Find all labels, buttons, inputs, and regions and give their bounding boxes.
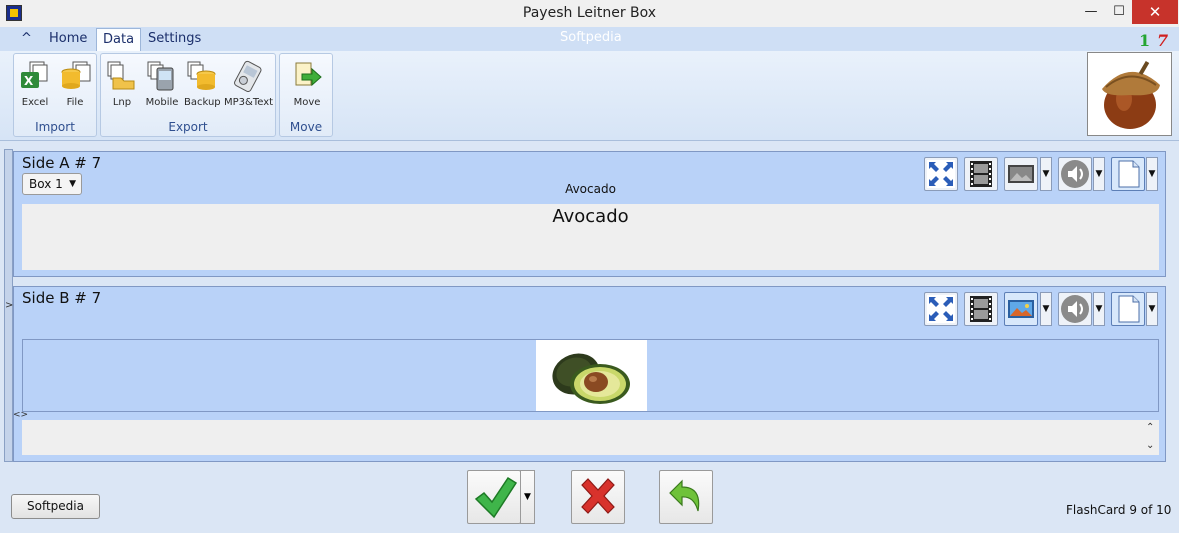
tab-settings[interactable]: Settings xyxy=(142,28,207,50)
film-icon xyxy=(970,296,992,322)
export-group-label: Export xyxy=(168,120,208,134)
flashcard-status: FlashCard 9 of 10 xyxy=(1066,503,1172,517)
wrong-button[interactable] xyxy=(571,470,625,524)
mp3-text-export-button[interactable]: MP3&Text xyxy=(224,60,274,108)
tab-home[interactable]: Home xyxy=(43,28,93,50)
maximize-button[interactable]: ☐ xyxy=(1104,0,1134,24)
softpedia-button[interactable]: Softpedia xyxy=(11,494,100,519)
tab-data[interactable]: Data xyxy=(96,28,142,51)
undo-button[interactable] xyxy=(659,470,713,524)
counter-correct: 1 xyxy=(1139,31,1151,50)
side-a-label: Avocado xyxy=(565,182,616,196)
image-icon xyxy=(1008,165,1034,183)
deck-image[interactable] xyxy=(1087,52,1172,136)
file-import-button[interactable]: File xyxy=(57,60,93,108)
resize-handle-icon[interactable]: <> xyxy=(13,410,28,420)
side-b-page-button[interactable] xyxy=(1111,292,1145,326)
side-a-page-button[interactable] xyxy=(1111,157,1145,191)
close-button[interactable]: ✕ xyxy=(1132,0,1178,24)
side-b-page-dropdown[interactable]: ▼ xyxy=(1146,292,1158,326)
side-b-sound-dropdown[interactable]: ▼ xyxy=(1093,292,1105,326)
move-arrow-icon xyxy=(295,62,322,87)
move-group-label: Move xyxy=(289,120,323,134)
file-label: File xyxy=(66,97,84,108)
page-icon xyxy=(1118,295,1140,323)
side-a-image-button[interactable] xyxy=(1004,157,1038,191)
database-file-icon xyxy=(61,61,91,89)
counter-total: 7 xyxy=(1157,31,1169,50)
page-icon xyxy=(1118,160,1140,188)
side-b-title: Side B # 7 xyxy=(22,289,102,307)
svg-text:X: X xyxy=(24,74,34,88)
side-b-sound-button[interactable] xyxy=(1058,292,1092,326)
acorn-icon xyxy=(1102,60,1160,129)
speaker-icon xyxy=(1061,295,1089,323)
avocado-image xyxy=(536,340,647,411)
backup-database-icon xyxy=(187,61,216,90)
expand-icon xyxy=(927,295,955,323)
undo-arrow-icon xyxy=(669,479,700,512)
side-b-fullscreen-button[interactable] xyxy=(924,292,958,326)
scroll-up-icon[interactable]: ⌃ xyxy=(1146,422,1154,433)
mobile-label: Mobile xyxy=(145,97,179,108)
side-a-page-dropdown[interactable]: ▼ xyxy=(1146,157,1158,191)
folder-export-icon xyxy=(107,61,135,90)
side-a-front-text: Avocado xyxy=(552,206,629,227)
excel-icon: X xyxy=(21,61,48,88)
move-button[interactable]: Move xyxy=(287,60,327,108)
excel-label: Excel xyxy=(21,97,49,108)
side-b-video-button[interactable] xyxy=(964,292,998,326)
minimize-button[interactable]: — xyxy=(1076,0,1106,24)
collapse-ribbon-button[interactable]: ^ xyxy=(15,28,38,50)
side-b-text-area[interactable] xyxy=(22,420,1159,455)
image-icon xyxy=(1008,300,1034,318)
move-label: Move xyxy=(293,97,321,108)
side-a-image-dropdown[interactable]: ▼ xyxy=(1040,157,1052,191)
mobile-export-button[interactable]: Mobile xyxy=(144,60,180,108)
backup-label: Backup xyxy=(184,97,221,108)
scroll-down-icon[interactable]: ⌄ xyxy=(1146,440,1154,451)
backup-export-button[interactable]: Backup xyxy=(184,60,221,108)
watermark: Softpedia xyxy=(560,30,622,45)
window-title: Payesh Leitner Box xyxy=(522,5,657,21)
speaker-icon xyxy=(1061,160,1089,188)
side-a-sound-button[interactable] xyxy=(1058,157,1092,191)
side-a-fullscreen-button[interactable] xyxy=(924,157,958,191)
lnp-export-button[interactable]: Lnp xyxy=(104,60,140,108)
import-group-label: Import xyxy=(35,120,75,134)
checkmark-icon xyxy=(474,476,518,519)
lnp-label: Lnp xyxy=(112,97,132,108)
correct-dropdown[interactable]: ▼ xyxy=(520,470,535,524)
excel-import-button[interactable]: X Excel xyxy=(17,60,53,108)
film-icon xyxy=(970,161,992,187)
correct-button[interactable] xyxy=(467,470,521,524)
side-a-sound-dropdown[interactable]: ▼ xyxy=(1093,157,1105,191)
cross-icon xyxy=(581,478,615,514)
side-b-image-button[interactable] xyxy=(1004,292,1038,326)
media-player-icon xyxy=(234,60,262,93)
expand-icon xyxy=(927,160,955,188)
side-a-title: Side A # 7 xyxy=(22,154,102,172)
side-a-video-button[interactable] xyxy=(964,157,998,191)
side-b-image-dropdown[interactable]: ▼ xyxy=(1040,292,1052,326)
mp3-text-label: MP3&Text xyxy=(224,97,274,108)
mobile-device-icon xyxy=(147,61,174,91)
